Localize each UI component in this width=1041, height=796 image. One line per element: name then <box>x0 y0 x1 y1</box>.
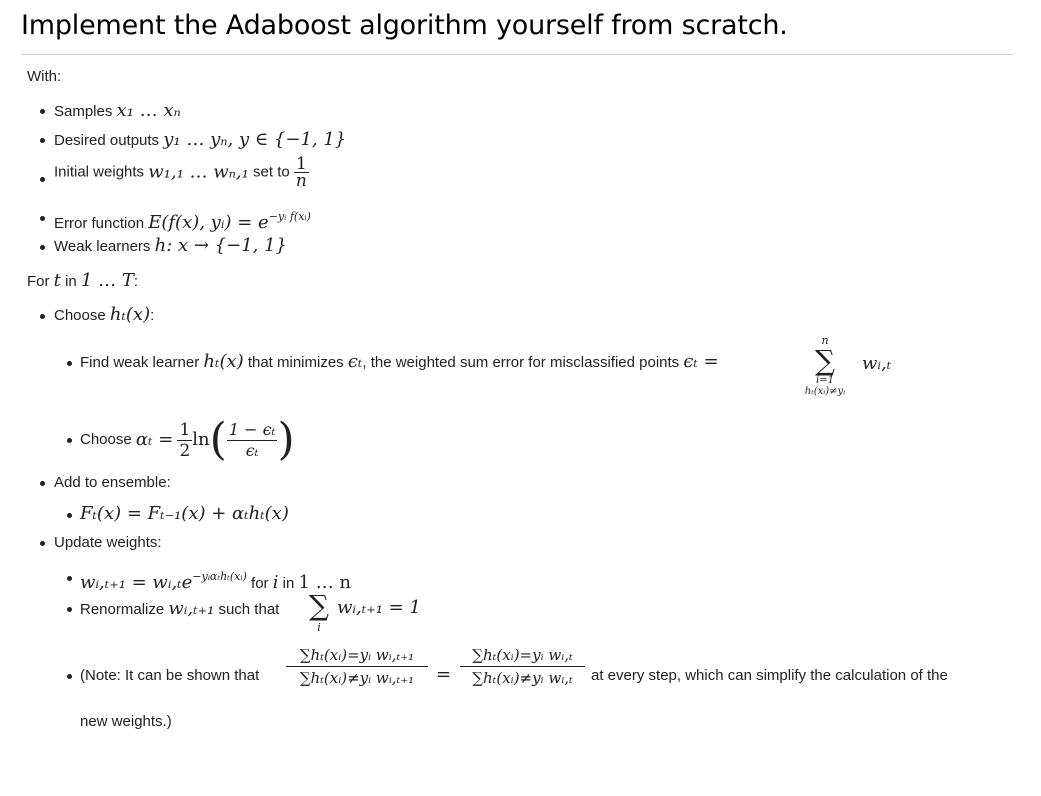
weights-fraction: 1 n <box>293 154 309 191</box>
bullet <box>67 576 72 581</box>
epsilon-equals: ϵₜ = <box>683 351 719 372</box>
alpha-lhs: αₜ = <box>135 429 174 451</box>
sum-lower-limit: i=1 <box>816 375 834 386</box>
ensemble-label: Add to ensemble: <box>54 474 171 491</box>
bullet <box>67 674 72 679</box>
alpha-fraction: 1 − ϵₜ ϵₜ <box>226 419 278 461</box>
error-math: E(f(x), yᵢ) = e <box>148 212 269 233</box>
renorm-math: wᵢ,ₜ₊₁ <box>168 598 215 619</box>
fraction-denominator: ∑hₜ(xᵢ)≠yᵢ wᵢ,ₜ <box>472 669 573 687</box>
bullet <box>40 314 45 319</box>
weights-set-to: set to <box>253 163 290 181</box>
note-text-1: (Note: It can be shown that <box>80 667 260 684</box>
bullet <box>40 138 45 143</box>
choose-h-math: hₜ(x) <box>109 304 151 325</box>
half-fraction: 1 2 <box>177 419 193 461</box>
for-range: 1 … T <box>80 270 134 291</box>
right-paren: ) <box>277 414 295 466</box>
renorm-text: such that <box>218 601 280 618</box>
for-word: For <box>27 273 50 290</box>
ensemble-math: Fₜ(x) = Fₜ₋₁(x) + αₜhₜ(x) <box>80 503 289 524</box>
choose-alpha-label: Choose <box>80 431 132 449</box>
index-variable: i <box>272 572 279 593</box>
weight-update-exponent: −yᵢαₜhₜ(xᵢ) <box>192 570 247 583</box>
weights-label: Initial weights <box>54 163 145 181</box>
left-paren: ( <box>209 414 227 466</box>
bullet <box>40 109 45 114</box>
weak-math: h: x → {−1, 1} <box>154 235 287 256</box>
list-item-choose-alpha: Choose αₜ = 1 2 ln( 1 − ϵₜ ϵₜ ) <box>80 412 295 468</box>
colon: : <box>133 273 139 290</box>
list-item-error: Error function E(f(x), yᵢ) = e−yᵢ f(xᵢ) <box>54 207 311 234</box>
choose-h-label: Choose <box>54 307 106 324</box>
sum-condition: hₜ(xᵢ)≠yᵢ <box>804 386 846 397</box>
sum-term: wᵢ,ₜ <box>862 353 892 374</box>
error-exponent: −yᵢ f(xᵢ) <box>268 210 311 223</box>
note-fraction-2: ∑hₜ(xᵢ)=yᵢ wᵢ,ₜ ∑hₜ(xᵢ)≠yᵢ wᵢ,ₜ <box>460 644 585 689</box>
note-equals: = <box>436 664 452 685</box>
bullet <box>40 481 45 486</box>
note-fraction-1: ∑hₜ(xᵢ)=yᵢ wᵢ,ₜ₊₁ ∑hₜ(xᵢ)≠yᵢ wᵢ,ₜ₊₁ <box>286 644 428 689</box>
renorm-label: Renormalize <box>80 601 165 618</box>
colon: : <box>150 307 155 324</box>
renorm-sum: ∑ i <box>304 590 334 634</box>
title-divider <box>21 54 1013 55</box>
fraction-denominator: ∑hₜ(xᵢ)≠yᵢ wᵢ,ₜ₊₁ <box>299 669 415 687</box>
for-word: for <box>251 575 269 592</box>
bullet <box>40 245 45 250</box>
fraction-denominator: ϵₜ <box>226 439 278 461</box>
sigma-symbol: ∑ <box>309 589 329 622</box>
fraction-denominator: 2 <box>177 439 193 461</box>
fraction-denominator: n <box>293 171 309 191</box>
list-item-weak-learners: Weak learners h: x → {−1, 1} <box>54 236 287 257</box>
list-item-renormalize: Renormalize wᵢ,ₜ₊₁ such that <box>80 599 279 620</box>
fraction-numerator: 1 <box>179 419 191 440</box>
samples-label: Samples <box>54 103 113 120</box>
epsilon: ϵₜ <box>347 351 363 372</box>
bullet <box>67 361 72 366</box>
weight-update-math: wᵢ,ₜ₊₁ = wᵢ,ₜe <box>80 572 193 593</box>
sum-index: i <box>317 621 321 634</box>
find-text-2: , the weighted sum error for misclassifi… <box>362 354 680 371</box>
renorm-sum-term: wᵢ,ₜ₊₁ = 1 <box>337 597 421 618</box>
bullet <box>40 177 45 182</box>
fraction-numerator: ∑hₜ(xᵢ)=yᵢ wᵢ,ₜ <box>460 644 585 667</box>
find-math: hₜ(x) <box>203 351 244 372</box>
note-text-2: at every step, which can simplify the ca… <box>591 667 948 684</box>
bullet <box>67 438 72 443</box>
note-text-3: new weights.) <box>80 713 172 730</box>
weighted-sum: n ∑ i=1 hₜ(xᵢ)≠yᵢ <box>790 335 860 398</box>
list-item-weights: Initial weights w₁,₁ … wₙ,₁ set to 1 n <box>54 154 309 191</box>
list-item-choose-h: Choose hₜ(x): <box>54 305 154 326</box>
fraction-numerator: 1 − ϵₜ <box>228 419 276 439</box>
weak-label: Weak learners <box>54 238 151 255</box>
list-item-find-weak-learner: Find weak learner hₜ(x) that minimizes ϵ… <box>80 352 719 373</box>
bullet <box>40 216 45 221</box>
with-label: With: <box>27 68 62 85</box>
list-item-samples: Samples x₁ … xₙ <box>54 101 181 122</box>
weights-math: w₁,₁ … wₙ,₁ <box>148 161 249 183</box>
bullet <box>67 607 72 612</box>
in-word: in <box>65 273 77 290</box>
for-variable: t <box>53 270 61 291</box>
outputs-math: y₁ … yₙ, y ∈ {−1, 1} <box>163 129 347 150</box>
list-item-outputs: Desired outputs y₁ … yₙ, y ∈ {−1, 1} <box>54 130 346 151</box>
fraction-numerator: ∑hₜ(xᵢ)=yᵢ wᵢ,ₜ₊₁ <box>286 644 428 667</box>
samples-math: x₁ … xₙ <box>116 100 181 121</box>
ln-function: ln <box>192 429 210 451</box>
error-label: Error function <box>54 215 145 232</box>
bullet <box>67 513 72 518</box>
for-loop-line: For t in 1 … T: <box>27 271 138 292</box>
in-word: in <box>282 575 295 592</box>
find-label: Find weak learner <box>80 354 200 371</box>
page-title: Implement the Adaboost algorithm yoursel… <box>21 10 788 41</box>
find-text: that minimizes <box>247 354 344 371</box>
bullet <box>40 541 45 546</box>
fraction-numerator: 1 <box>295 154 307 174</box>
sigma-symbol: ∑ <box>815 344 835 377</box>
update-label: Update weights: <box>54 534 162 551</box>
outputs-label: Desired outputs <box>54 132 160 149</box>
